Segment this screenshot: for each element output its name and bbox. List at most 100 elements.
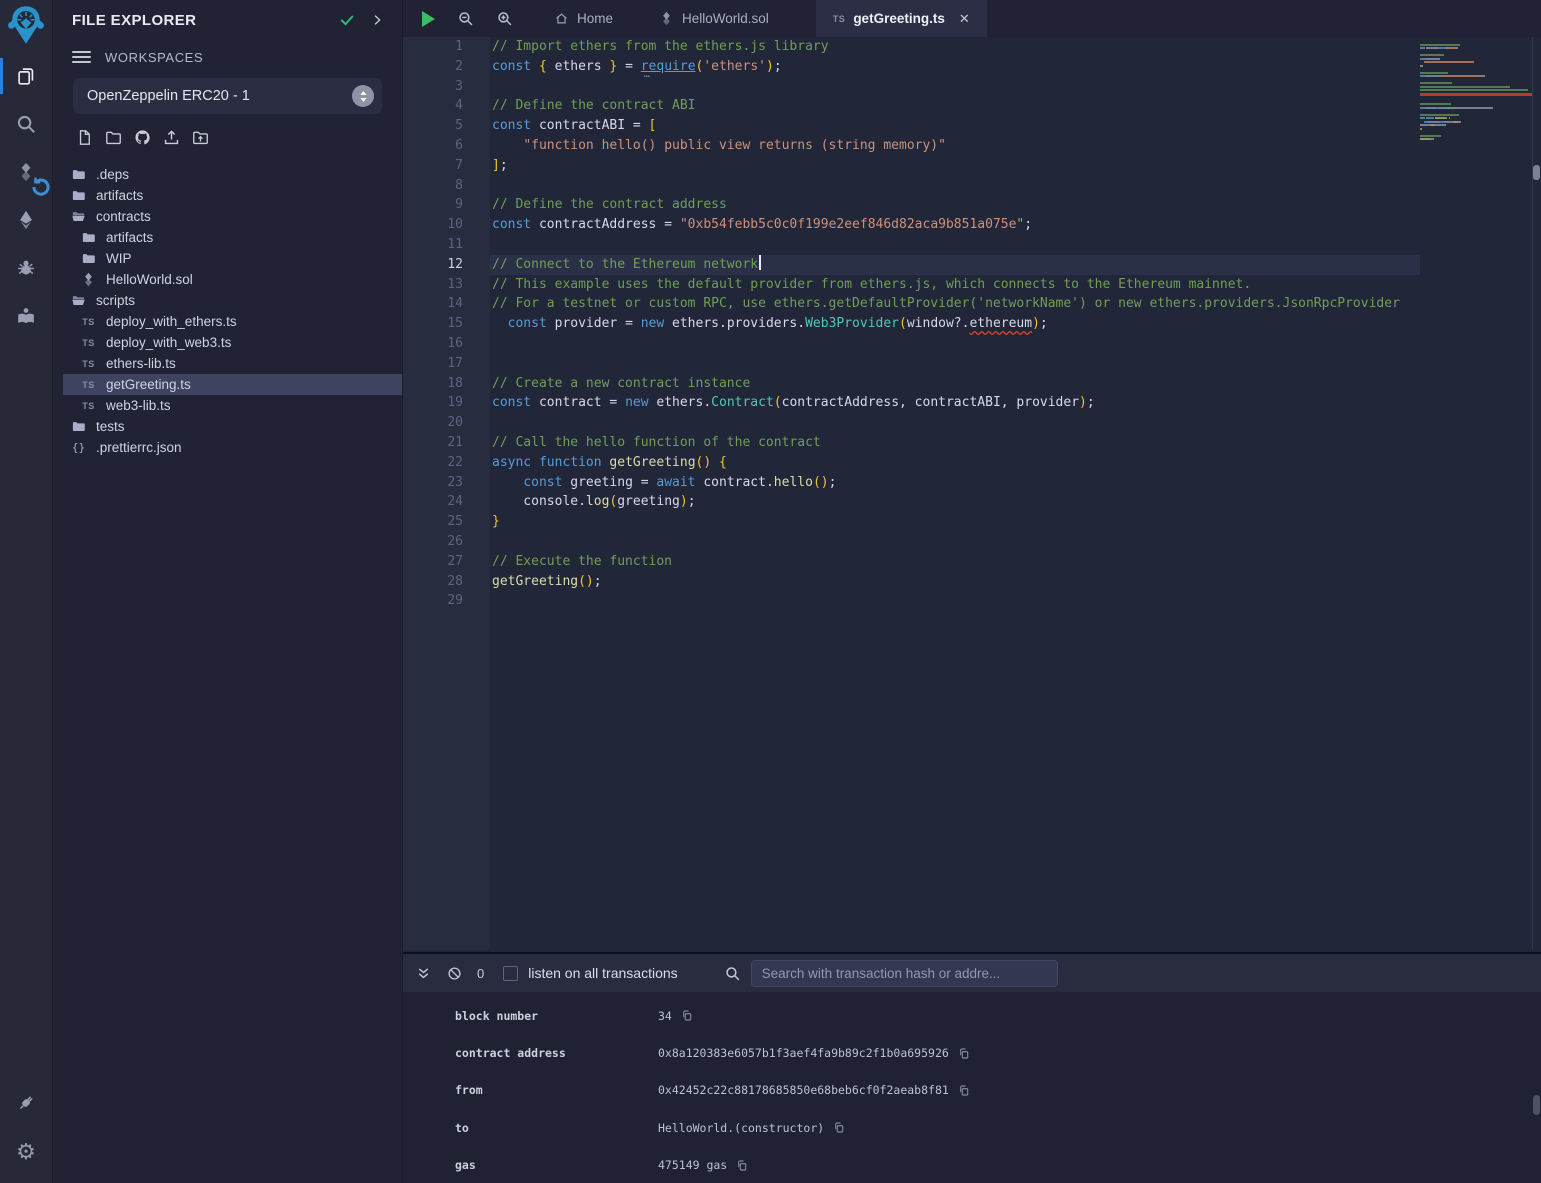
upload-folder-button[interactable] bbox=[190, 130, 210, 150]
code-line-29[interactable]: 29 bbox=[403, 591, 1541, 611]
code-editor[interactable]: 1// Import ethers from the ethers.js lib… bbox=[403, 37, 1541, 950]
rail-settings[interactable]: ⚙ bbox=[0, 1129, 52, 1177]
zoom-out-icon[interactable] bbox=[457, 10, 474, 27]
copy-icon[interactable] bbox=[958, 1084, 970, 1097]
gear-icon: ⚙ bbox=[16, 1142, 36, 1164]
editor-scrollbar-thumb[interactable] bbox=[1533, 165, 1540, 180]
workspaces-label: WORKSPACES bbox=[105, 50, 203, 65]
remix-logo-icon[interactable] bbox=[0, 0, 52, 52]
code-line-4[interactable]: 4// Define the contract ABI bbox=[403, 96, 1541, 116]
code-line-21[interactable]: 21// Call the hello function of the cont… bbox=[403, 433, 1541, 453]
rail-learneth[interactable] bbox=[0, 292, 52, 340]
copy-icon[interactable] bbox=[833, 1121, 845, 1134]
code-line-7[interactable]: 7]; bbox=[403, 156, 1541, 176]
rail-debugger[interactable] bbox=[0, 244, 52, 292]
terminal-scrollbar-thumb[interactable] bbox=[1533, 1095, 1540, 1115]
tree-item-getGreeting.ts[interactable]: TSgetGreeting.ts bbox=[53, 374, 402, 395]
code-line-11[interactable]: 11 bbox=[403, 235, 1541, 255]
code-line-23[interactable]: 23 const greeting = await contract.hello… bbox=[403, 473, 1541, 493]
code-line-15[interactable]: 15 const provider = new ethers.providers… bbox=[403, 314, 1541, 334]
tree-item-tests[interactable]: tests bbox=[53, 416, 402, 437]
rail-solidity-compiler[interactable] bbox=[0, 148, 52, 196]
workspace-select[interactable]: OpenZeppelin ERC20 - 1 bbox=[73, 78, 382, 114]
upload-file-button[interactable] bbox=[161, 130, 181, 150]
close-icon[interactable]: ✕ bbox=[959, 11, 970, 27]
copy-icon[interactable] bbox=[958, 1047, 970, 1060]
line-number: 28 bbox=[403, 572, 463, 592]
terminal-log-label: contract address bbox=[455, 1046, 658, 1060]
tree-item-web3-lib.ts[interactable]: TSweb3-lib.ts bbox=[53, 395, 402, 416]
copy-icon[interactable] bbox=[681, 1009, 693, 1022]
code-line-1[interactable]: 1// Import ethers from the ethers.js lib… bbox=[403, 37, 1541, 57]
create-file-button[interactable] bbox=[74, 130, 94, 150]
code-line-22[interactable]: 22async function getGreeting() { bbox=[403, 453, 1541, 473]
clone-github-button[interactable] bbox=[132, 130, 152, 150]
tree-item-deploy_with_web3.ts[interactable]: TSdeploy_with_web3.ts bbox=[53, 332, 402, 353]
code-line-24[interactable]: 24 console.log(greeting); bbox=[403, 492, 1541, 512]
code-text: const { ethers } = require('ethers'); bbox=[463, 57, 782, 77]
double-chevron-down-icon[interactable] bbox=[415, 965, 432, 982]
check-icon[interactable] bbox=[336, 9, 358, 31]
code-line-9[interactable]: 9// Define the contract address bbox=[403, 195, 1541, 215]
listen-transactions-checkbox[interactable] bbox=[503, 966, 518, 981]
code-line-19[interactable]: 19const contract = new ethers.Contract(c… bbox=[403, 393, 1541, 413]
tree-item-HelloWorld.sol[interactable]: HelloWorld.sol bbox=[53, 269, 402, 290]
run-script-icon[interactable] bbox=[422, 11, 435, 27]
tree-item-contracts[interactable]: contracts bbox=[53, 206, 402, 227]
code-line-16[interactable]: 16 bbox=[403, 334, 1541, 354]
zoom-in-icon[interactable] bbox=[496, 10, 513, 27]
code-line-20[interactable]: 20 bbox=[403, 413, 1541, 433]
code-text bbox=[463, 235, 492, 255]
tab-HelloWorld.sol[interactable]: HelloWorld.sol bbox=[642, 0, 786, 37]
code-line-14[interactable]: 14// For a testnet or custom RPC, use et… bbox=[403, 294, 1541, 314]
terminal-log-row: block number34 bbox=[403, 997, 1541, 1034]
line-number: 15 bbox=[403, 314, 463, 334]
file-explorer-header: FILE EXPLORER bbox=[53, 0, 402, 40]
circle-slash-icon[interactable] bbox=[446, 965, 463, 982]
tree-item-scripts[interactable]: scripts bbox=[53, 290, 402, 311]
code-line-2[interactable]: 2const { ethers } = require('ethers'); bbox=[403, 57, 1541, 77]
code-line-12[interactable]: 12// Connect to the Ethereum network bbox=[403, 255, 1541, 275]
chevron-right-icon[interactable] bbox=[366, 9, 388, 31]
tab-getGreeting.ts[interactable]: TSgetGreeting.ts✕ bbox=[816, 0, 987, 37]
code-line-28[interactable]: 28getGreeting(); bbox=[403, 572, 1541, 592]
code-text bbox=[463, 334, 492, 354]
code-line-3[interactable]: 3 bbox=[403, 77, 1541, 97]
rail-search[interactable] bbox=[0, 100, 52, 148]
create-folder-button[interactable] bbox=[103, 130, 123, 150]
hamburger-menu-icon[interactable] bbox=[72, 48, 91, 66]
tree-item-WIP[interactable]: WIP bbox=[53, 248, 402, 269]
code-line-17[interactable]: 17 bbox=[403, 354, 1541, 374]
code-line-10[interactable]: 10const contractAddress = "0xb54febb5c0c… bbox=[403, 215, 1541, 235]
create-folder-icon bbox=[104, 128, 123, 152]
code-line-26[interactable]: 26 bbox=[403, 532, 1541, 552]
tree-item-deploy_with_ethers.ts[interactable]: TSdeploy_with_ethers.ts bbox=[53, 311, 402, 332]
terminal-search-input[interactable] bbox=[751, 960, 1058, 987]
code-text bbox=[463, 532, 492, 552]
code-text: // For a testnet or custom RPC, use ethe… bbox=[463, 294, 1400, 314]
rail-deploy-and-run[interactable] bbox=[0, 196, 52, 244]
tree-item-artifacts[interactable]: artifacts bbox=[53, 185, 402, 206]
tree-item-artifacts[interactable]: artifacts bbox=[53, 227, 402, 248]
code-line-25[interactable]: 25} bbox=[403, 512, 1541, 532]
line-number: 4 bbox=[403, 96, 463, 116]
code-line-13[interactable]: 13// This example uses the default provi… bbox=[403, 275, 1541, 295]
tree-item-ethers-lib.ts[interactable]: TSethers-lib.ts bbox=[53, 353, 402, 374]
code-line-27[interactable]: 27// Execute the function bbox=[403, 552, 1541, 572]
tree-item-.prettierrc.json[interactable]: {}.prettierrc.json bbox=[53, 437, 402, 458]
folder-icon bbox=[80, 230, 97, 245]
tab-Home[interactable]: Home bbox=[537, 0, 630, 37]
copy-icon[interactable] bbox=[736, 1159, 748, 1172]
code-line-8[interactable]: 8 bbox=[403, 176, 1541, 196]
code-line-18[interactable]: 18// Create a new contract instance bbox=[403, 374, 1541, 394]
transaction-count: 0 bbox=[477, 966, 484, 981]
code-line-6[interactable]: 6 "function hello() public view returns … bbox=[403, 136, 1541, 156]
workspaces-row: WORKSPACES bbox=[53, 40, 402, 72]
minimap[interactable] bbox=[1420, 37, 1532, 950]
editor-scrollbar[interactable] bbox=[1532, 37, 1541, 950]
code-line-5[interactable]: 5const contractABI = [ bbox=[403, 116, 1541, 136]
tree-item-.deps[interactable]: .deps bbox=[53, 164, 402, 185]
rail-plugin-manager[interactable] bbox=[0, 1081, 52, 1129]
rail-file-explorer[interactable] bbox=[0, 52, 52, 100]
terminal-log-value: HelloWorld.(constructor) bbox=[658, 1121, 845, 1135]
